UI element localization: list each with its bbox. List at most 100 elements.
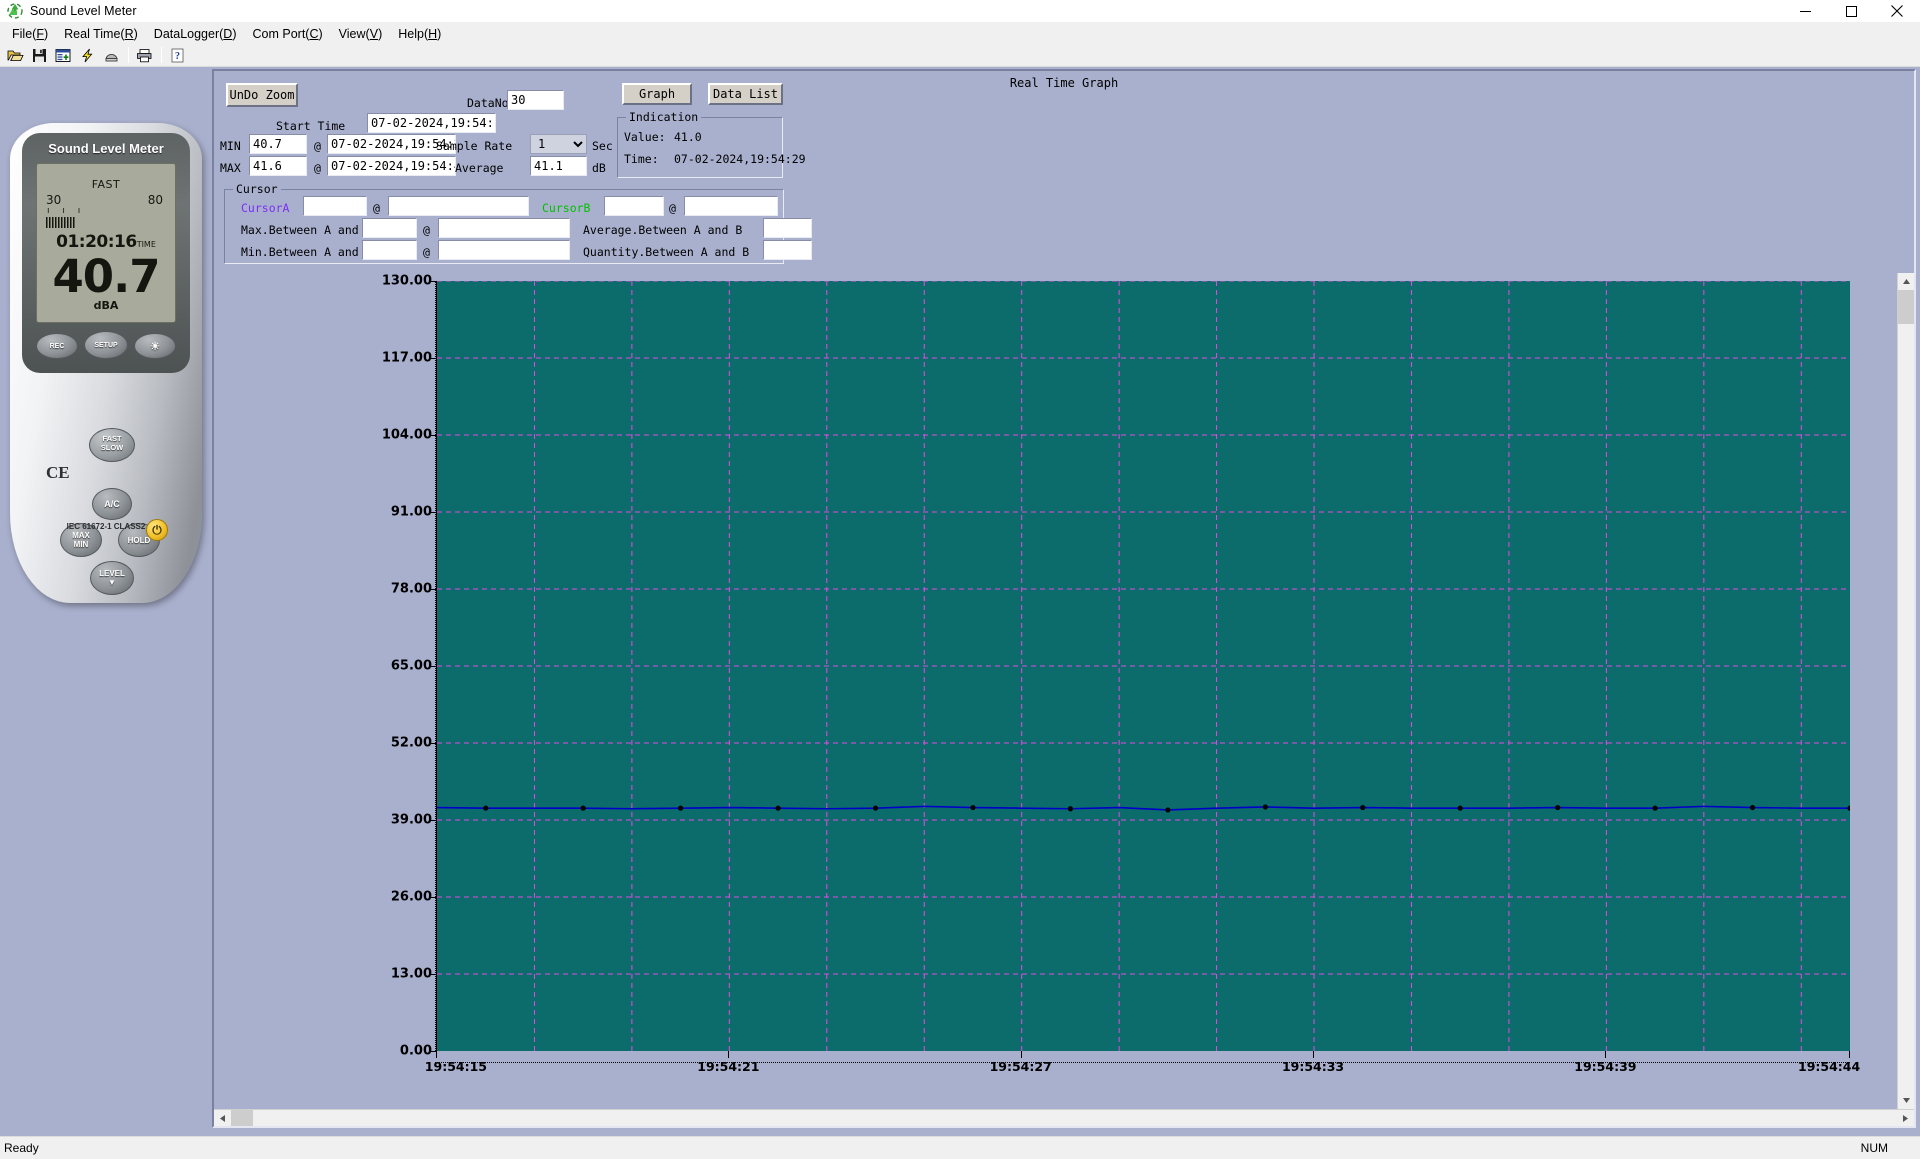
average-unit: dB [592,161,606,175]
indication-value: 41.0 [674,130,702,144]
average-field[interactable]: 41.1 [530,156,587,176]
menu-datalogger[interactable]: DataLogger(D) [146,25,245,43]
y-tick-mark [430,435,436,436]
cursor-group-title: Cursor [233,182,281,196]
sample-rate-select[interactable]: 1 [530,134,587,154]
y-tick-mark [430,589,436,590]
horizontal-scrollbar[interactable] [214,1109,1914,1126]
start-time-label: Start Time [276,119,346,133]
window-controls [1782,0,1920,23]
y-tick-label: 130.00 [381,273,432,289]
indication-group-title: Indication [626,110,702,124]
y-tick-mark [430,820,436,821]
cursor-a-value-field[interactable] [303,196,367,216]
quantity-between-label: Quantity.Between A and B [583,245,750,259]
min-between-time-field[interactable] [438,240,570,260]
max-between-value-field[interactable] [362,218,417,238]
control-panel: UnDo Zoom DataNo. 30 Start Time 07-02-20… [214,71,1914,273]
min-between-label: Min.Between A and B [241,245,373,259]
meter-level-button: LEVEL ▼ [90,561,134,595]
data-list-button[interactable]: Data List [708,83,783,105]
x-tick-label: 19:54:27 [989,1059,1052,1074]
x-tick-label: 19:54:33 [1281,1059,1345,1074]
lcd-range-high: 80 [147,193,163,207]
chart-region: 0.00 13.00 26.00 39.00 52.00 65.00 78.00 91.00 1… [214,273,1914,1109]
min-value-field[interactable]: 40.7 [249,134,307,154]
y-tick-mark [430,897,436,898]
quantity-between-field[interactable] [763,240,812,260]
min-label: MIN [220,139,241,153]
max-label: MAX [220,161,241,175]
meter-brand-label: Sound Level Meter [48,141,164,156]
sample-rate-unit: Sec [592,139,613,153]
stop-icon[interactable] [100,45,123,66]
y-tick-mark [430,743,436,744]
meter-lcd-display: FAST 30 80 ı ı ı 01:20:16TIME 40.7 dBA [36,163,176,323]
menu-com-port[interactable]: Com Port(C) [245,25,331,43]
client-area: Sound Level Meter FAST 30 80 ı ı ı 01:20… [0,67,1920,1136]
svg-text:?: ? [175,51,180,62]
minimize-button[interactable] [1782,0,1828,23]
indication-value-label: Value: [624,130,666,144]
max-value-field[interactable]: 41.6 [249,156,307,176]
undo-zoom-button[interactable]: UnDo Zoom [226,83,298,107]
lcd-value: 40.7 [52,250,160,303]
cursor-a-time-field[interactable] [388,196,529,216]
x-tick-label: 19:54:21 [697,1059,760,1074]
vertical-scroll-track[interactable] [1898,324,1914,1092]
datalist-icon[interactable] [52,45,75,66]
realtime-bolt-icon[interactable] [76,45,99,66]
toolbar-separator [128,47,129,63]
x-tick-mark [1605,1051,1607,1058]
close-button[interactable] [1874,0,1920,23]
lcd-scale-ticks: ı ı ı [47,206,86,216]
print-icon[interactable] [133,45,156,66]
cursor-b-value-field[interactable] [604,196,664,216]
cursor-b-time-field[interactable] [684,196,778,216]
x-tick-label: 19:54:39 [1574,1059,1637,1074]
meter-rec-button: REC [36,333,78,359]
menu-view[interactable]: View(V) [331,25,391,43]
plot-area[interactable] [436,280,1853,1051]
menubar: File(F) Real Time(R) DataLogger(D) Com P… [0,23,1920,44]
graph-button[interactable]: Graph [622,83,692,105]
cursor-a-label: CursorA [241,201,290,215]
horizontal-scroll-thumb[interactable] [231,1110,253,1126]
vertical-scrollbar[interactable] [1897,273,1914,1109]
maximize-button[interactable] [1828,0,1874,23]
menu-help[interactable]: Help(H) [390,25,449,43]
start-time-field[interactable]: 07-02-2024,19:54:15 [367,113,496,133]
y-tick-mark [430,512,436,513]
scroll-left-button[interactable] [214,1110,231,1126]
horizontal-scroll-track[interactable] [253,1110,1897,1126]
x-axis-line [435,1062,1850,1063]
y-tick-mark [430,666,436,667]
open-icon[interactable] [4,45,27,66]
data-no-field[interactable]: 30 [507,90,564,110]
min-between-at-symbol: @ [423,245,430,259]
average-between-field[interactable] [763,218,812,238]
cursor-group: Cursor CursorA @ CursorB @ Max.Between A… [224,182,812,264]
lcd-bargraph [46,217,76,228]
toolbar: ? [0,44,1920,67]
x-tick-label: 19:54:44 [1798,1059,1861,1074]
scroll-up-button[interactable] [1898,273,1914,290]
cursor-b-label: CursorB [542,201,591,215]
scroll-right-button[interactable] [1897,1110,1914,1126]
menu-real-time[interactable]: Real Time(R) [56,25,146,43]
save-icon[interactable] [28,45,51,66]
min-between-value-field[interactable] [362,240,417,260]
titlebar: Sound Level Meter [0,0,1920,23]
menu-file[interactable]: File(F) [4,25,56,43]
vertical-scroll-thumb[interactable] [1898,290,1914,324]
min-at-symbol: @ [314,139,321,153]
meter-top-shell: Sound Level Meter FAST 30 80 ı ı ı 01:20… [22,133,190,373]
max-between-at-symbol: @ [423,223,430,237]
application-window: Sound Level Meter File(F) Real Time(R) D… [0,0,1920,1159]
x-tick-mark [436,1051,437,1058]
max-time-field[interactable]: 07-02-2024,19:54:43 [327,156,456,176]
max-between-time-field[interactable] [438,218,570,238]
scroll-down-button[interactable] [1898,1092,1914,1109]
help-icon[interactable]: ? [166,45,189,66]
sound-level-meter-device: Sound Level Meter FAST 30 80 ı ı ı 01:20… [10,123,202,603]
